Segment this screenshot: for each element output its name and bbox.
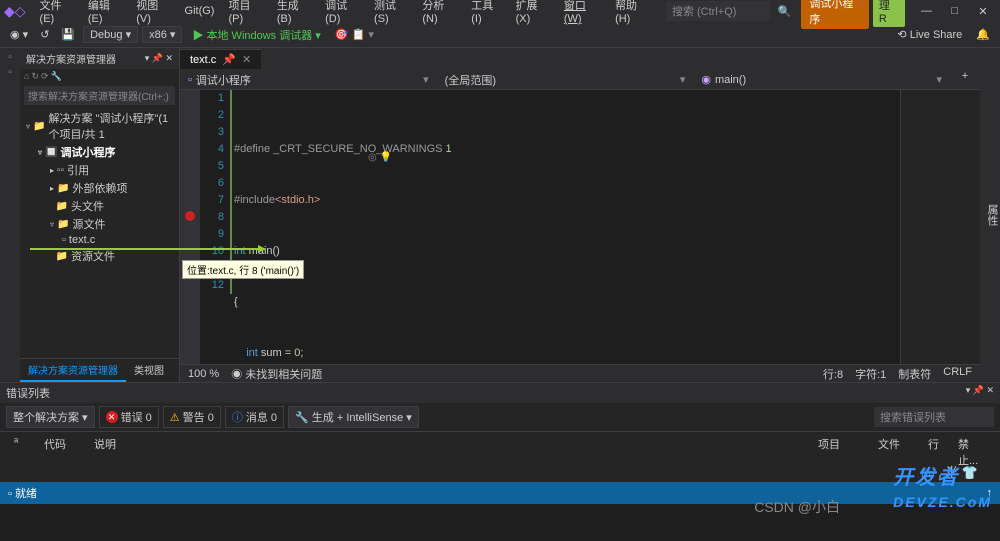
navigation-bar: ▫调试小程序▾ (全局范围)▾ ◉main()▾ + (180, 70, 980, 90)
error-list-panel: 错误列表 ▾ 📌 ✕ 整个解决方案 ▾ ✕错误 0 ⚠警告 0 ⓘ消息 0 🔧 … (0, 382, 1000, 482)
statusbar: ▫ 就绪 ↑ (0, 482, 1000, 504)
panel-controls[interactable]: ▾ 📌 ✕ (966, 385, 994, 401)
menu-test[interactable]: 测试(S) (368, 0, 414, 27)
error-scope-dropdown[interactable]: 整个解决方案 ▾ (6, 406, 95, 428)
editor-area: text.c 📌 ✕ ▫调试小程序▾ (全局范围)▾ ◉main()▾ + 12… (180, 48, 980, 382)
editor-status-bar: 100 % ◉ 未找到相关问题 行:8 字符:1 制表符 CRLF (180, 364, 980, 382)
code-editor: 123456789101112 #define _CRT_SECURE_NO_W… (180, 90, 980, 364)
watermark: 开发者DEVZE.CoM (893, 461, 992, 513)
code-content[interactable]: #define _CRT_SECURE_NO_WARNINGS 1 #inclu… (230, 90, 900, 364)
annotation-arrow (30, 248, 260, 250)
messages-filter[interactable]: ⓘ消息 0 (225, 406, 284, 428)
menu-git[interactable]: Git(G) (179, 3, 221, 19)
menu-help[interactable]: 帮助(H) (609, 0, 656, 27)
solution-name-badge: 调试小程序 (801, 0, 868, 29)
warnings-filter[interactable]: ⚠警告 0 (163, 406, 221, 428)
close-icon[interactable]: ✕ (970, 5, 996, 18)
refresh-icon[interactable]: ⟳ (41, 71, 49, 82)
build-intellisense-dropdown[interactable]: 🔧 生成 + IntelliSense ▾ (288, 406, 419, 428)
errors-filter[interactable]: ✕错误 0 (99, 406, 159, 428)
breakpoint-marker[interactable] (185, 211, 195, 221)
close-tab-icon[interactable]: ✕ (242, 53, 251, 66)
line-numbers: 123456789101112 (200, 90, 230, 364)
menu-tools[interactable]: 工具(I) (465, 0, 507, 27)
zoom-level[interactable]: 100 % (188, 368, 219, 380)
document-tabs: text.c 📌 ✕ (180, 48, 980, 70)
main-area: ▫ ▫ 解决方案资源管理器 ▾ 📌 ✕ ⌂ ↻ ⟳ 🔧 搜索解决方案资源管理器(… (0, 48, 1000, 382)
line-ending[interactable]: CRLF (943, 366, 972, 382)
cursor-line: 行:8 (823, 366, 843, 382)
menu-window[interactable]: 窗口(W) (558, 0, 607, 27)
solution-node[interactable]: ▿📁 解决方案 "调试小程序"(1 个项目/共 1 (24, 109, 175, 143)
debug-target-icon[interactable]: 🎯 📋 ▾ (331, 26, 378, 43)
error-list-title: 错误列表 (6, 385, 50, 401)
save-icon[interactable]: 💾 (57, 26, 79, 43)
pin-icon[interactable]: ▾ 📌 ✕ (145, 53, 173, 64)
cursor-char: 字符:1 (855, 366, 886, 382)
vs-logo: ◆◇ (4, 3, 26, 20)
user-avatar[interactable]: 理 R (873, 0, 906, 27)
explorer-toolbar: ⌂ ↻ ⟳ 🔧 (20, 69, 179, 84)
status-ready: ▫ 就绪 (8, 485, 37, 501)
menu-build[interactable]: 生成(B) (271, 0, 317, 27)
global-search[interactable]: 搜索 (Ctrl+Q) (666, 1, 770, 21)
config-dropdown[interactable]: Debug ▾ (83, 26, 138, 43)
notifs-icon[interactable]: 🔔 (972, 26, 994, 43)
breakpoint-gutter[interactable] (180, 90, 200, 364)
start-debug-button[interactable]: ▶ 本地 Windows 调试器 ▾ (186, 25, 326, 45)
sidebar-icons: ▫ ▫ (0, 48, 20, 382)
solution-explorer: 解决方案资源管理器 ▾ 📌 ✕ ⌂ ↻ ⟳ 🔧 搜索解决方案资源管理器(Ctrl… (20, 48, 180, 382)
breakpoint-tooltip: 位置:text.c, 行 8 ('main()') (182, 260, 304, 279)
error-toolbar: 整个解决方案 ▾ ✕错误 0 ⚠警告 0 ⓘ消息 0 🔧 生成 + Intell… (0, 403, 1000, 432)
project-node[interactable]: ▿🔲 调试小程序 (24, 143, 175, 161)
search-icon[interactable]: 🔍 (778, 5, 792, 18)
sync-icon[interactable]: ↻ (31, 71, 39, 82)
menu-view[interactable]: 视图(V) (130, 0, 176, 27)
tab-class-view[interactable]: 类视图 (126, 359, 172, 382)
menu-extensions[interactable]: 扩展(X) (510, 0, 556, 27)
references-node[interactable]: ▸▫▫ 引用 (24, 161, 175, 179)
tab-text-c[interactable]: text.c 📌 ✕ (180, 49, 261, 69)
solution-tree: ▿📁 解决方案 "调试小程序"(1 个项目/共 1 ▿🔲 调试小程序 ▸▫▫ 引… (20, 107, 179, 358)
nav-function[interactable]: ◉main()▾ (693, 70, 950, 89)
tab-solution-explorer[interactable]: 解决方案资源管理器 (20, 359, 126, 382)
explorer-title: 解决方案资源管理器 (26, 51, 116, 66)
menu-analyze[interactable]: 分析(N) (416, 0, 463, 27)
error-columns: ᵃ 代码 说明 项目 文件 行 禁止... (0, 432, 1000, 472)
menu-project[interactable]: 项目(P) (222, 0, 268, 27)
indent-mode[interactable]: 制表符 (898, 366, 931, 382)
code-hint-icons: ◎ 💡 (368, 152, 392, 163)
server-icon[interactable]: ▫ (8, 52, 12, 63)
right-panel-props[interactable]: 属性 (980, 48, 1000, 382)
menubar: ◆◇ 文件(E) 编辑(E) 视图(V) Git(G) 项目(P) 生成(B) … (0, 0, 1000, 22)
minimap[interactable] (900, 90, 980, 364)
minimize-icon[interactable]: — (913, 5, 939, 17)
menu-debug[interactable]: 调试(D) (319, 0, 366, 27)
menu-edit[interactable]: 编辑(E) (82, 0, 128, 27)
toolbox-icon[interactable]: ▫ (8, 67, 12, 78)
pin-icon[interactable]: 📌 (222, 53, 236, 66)
nav-scope[interactable]: ▫调试小程序▾ (180, 70, 437, 89)
csdn-watermark: CSDN @小白 (754, 497, 840, 517)
tool-icon[interactable]: 🔧 (51, 71, 62, 82)
platform-dropdown[interactable]: x86 ▾ (142, 26, 182, 43)
maximize-icon[interactable]: □ (942, 5, 968, 17)
menu-file[interactable]: 文件(E) (34, 0, 80, 27)
issues-status: ◉ 未找到相关问题 (231, 366, 322, 382)
back-icon[interactable]: ◉ ▾ (6, 26, 32, 43)
error-search[interactable]: 搜索错误列表 (874, 407, 994, 427)
file-text-c[interactable]: ▫ text.c (24, 233, 175, 247)
liveshare-button[interactable]: ⟲ Live Share (891, 26, 968, 43)
source-node[interactable]: ▿📁 源文件 (24, 215, 175, 233)
home-icon[interactable]: ⌂ (24, 71, 29, 82)
nav-add-icon[interactable]: + (950, 70, 980, 89)
history-icon[interactable]: ↺ (36, 26, 53, 43)
external-deps-node[interactable]: ▸📁 外部依赖项 (24, 179, 175, 197)
headers-node[interactable]: 📁 头文件 (24, 197, 175, 215)
nav-context[interactable]: (全局范围)▾ (437, 70, 694, 89)
explorer-search[interactable]: 搜索解决方案资源管理器(Ctrl+;) (24, 86, 175, 105)
